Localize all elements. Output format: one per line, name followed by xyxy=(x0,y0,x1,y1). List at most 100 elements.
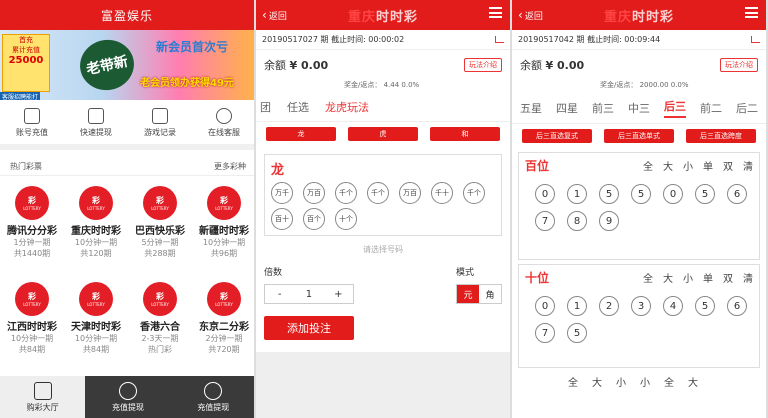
add-bet-button[interactable]: 添加投注 xyxy=(264,316,354,340)
quick-op[interactable]: 清 xyxy=(743,270,753,285)
quick-support[interactable]: 在线客服 xyxy=(192,102,254,144)
game-item[interactable]: 彩 LOTTERY 巴西快乐彩 5分钟一期 共288期 xyxy=(128,186,192,259)
tab-withdraw[interactable]: 充值提现 xyxy=(171,376,254,418)
tab-lobby[interactable]: 购彩大厅 xyxy=(0,376,86,418)
more-link[interactable]: 更多彩种 xyxy=(214,161,246,172)
play-tab[interactable]: 任选 xyxy=(287,99,309,115)
pick-chip[interactable]: 万百 xyxy=(399,182,421,204)
quick-withdraw[interactable]: 快速提现 xyxy=(64,102,128,144)
quick-op[interactable]: 大 xyxy=(688,374,698,389)
quick-op[interactable]: 全 xyxy=(643,270,653,285)
game-item[interactable]: 彩 LOTTERY 江西时时彩 10分钟一期 共84期 xyxy=(0,282,64,355)
quick-records[interactable]: 游戏记录 xyxy=(128,102,192,144)
quick-op[interactable]: 全 xyxy=(643,158,653,173)
number-ball[interactable]: 1 xyxy=(567,296,587,316)
quick-op[interactable]: 小 xyxy=(616,374,626,389)
hot-lottery-header: 热门彩票 更多彩种 xyxy=(0,158,254,176)
pick-chip[interactable]: 百十 xyxy=(271,208,293,230)
quick-op[interactable]: 小 xyxy=(683,158,693,173)
quick-op[interactable]: 小 xyxy=(683,270,693,285)
plus-button[interactable]: + xyxy=(324,285,353,303)
back-button[interactable]: ‹ 返回 xyxy=(518,8,543,22)
sub-play-button[interactable]: 龙 xyxy=(266,127,336,141)
number-ball[interactable]: 0 xyxy=(535,184,555,204)
play-tab[interactable]: 团 xyxy=(260,99,271,115)
number-ball[interactable]: 5 xyxy=(567,323,587,343)
mode-yuan[interactable]: 元 xyxy=(457,285,479,303)
number-ball[interactable]: 1 xyxy=(567,184,587,204)
chart-icon[interactable] xyxy=(495,36,504,43)
sub-play-button[interactable]: 后三直选跨度 xyxy=(686,129,756,143)
sub-play-button[interactable]: 后三直选复式 xyxy=(522,129,592,143)
sub-play-button[interactable]: 和 xyxy=(430,127,500,141)
quick-op[interactable]: 双 xyxy=(723,158,733,173)
odds-text: 奖金/返点： 2000.00 0.0% xyxy=(600,81,689,89)
game-item[interactable]: 彩 LOTTERY 天津时时彩 10分钟一期 共84期 xyxy=(64,282,128,355)
quick-op[interactable]: 单 xyxy=(703,158,713,173)
pick-chip[interactable]: 十个 xyxy=(335,208,357,230)
quick-op[interactable]: 全 xyxy=(664,374,674,389)
position-tab[interactable]: 四星 xyxy=(556,100,578,116)
number-ball[interactable]: 5 xyxy=(695,184,715,204)
menu-icon[interactable] xyxy=(745,7,758,18)
pick-chip[interactable]: 千个 xyxy=(463,182,485,204)
pick-chip[interactable]: 万百 xyxy=(303,182,325,204)
mode-jiao[interactable]: 角 xyxy=(479,285,501,303)
game-item[interactable]: 彩 LOTTERY 东京二分彩 2分钟一期 共720期 xyxy=(192,282,254,355)
rules-button[interactable]: 玩法介绍 xyxy=(464,58,502,72)
position-tab[interactable]: 五星 xyxy=(520,100,542,116)
logo-text: 彩 xyxy=(220,292,228,301)
number-ball[interactable]: 5 xyxy=(631,184,651,204)
quick-recharge[interactable]: 账号充值 xyxy=(0,102,64,144)
rules-button[interactable]: 玩法介绍 xyxy=(720,58,758,72)
quick-label: 在线客服 xyxy=(208,128,240,137)
position-tab[interactable]: 后二 xyxy=(736,100,758,116)
pick-chip[interactable]: 百个 xyxy=(303,208,325,230)
number-ball[interactable]: 7 xyxy=(535,323,555,343)
number-ball[interactable]: 7 xyxy=(535,211,555,231)
quick-op[interactable]: 双 xyxy=(723,270,733,285)
play-tab-active[interactable]: 龙虎玩法 xyxy=(325,99,369,115)
quick-op[interactable]: 大 xyxy=(663,270,673,285)
game-item[interactable]: 彩 LOTTERY 重庆时时彩 10分钟一期 共120期 xyxy=(64,186,128,259)
pick-chip[interactable]: 万千 xyxy=(271,182,293,204)
pick-chip[interactable]: 千个 xyxy=(367,182,389,204)
number-ball[interactable]: 2 xyxy=(599,296,619,316)
back-button[interactable]: ‹ 返回 xyxy=(262,8,287,22)
game-item[interactable]: 彩 LOTTERY 香港六合 2-3天一期 热门彩 xyxy=(128,282,192,355)
quick-op[interactable]: 大 xyxy=(663,158,673,173)
quick-op[interactable]: 单 xyxy=(703,270,713,285)
number-ball[interactable]: 3 xyxy=(631,296,651,316)
number-ball[interactable]: 8 xyxy=(567,211,587,231)
sub-play-button[interactable]: 虎 xyxy=(348,127,418,141)
number-ball[interactable]: 5 xyxy=(599,184,619,204)
pick-chip[interactable]: 千十 xyxy=(431,182,453,204)
number-ball[interactable]: 5 xyxy=(695,296,715,316)
position-tab[interactable]: 前三 xyxy=(592,100,614,116)
balance-label: 余额 xyxy=(520,59,542,72)
number-ball[interactable]: 4 xyxy=(663,296,683,316)
hot-label: 热门彩票 xyxy=(10,162,42,171)
pick-chip[interactable]: 千个 xyxy=(335,182,357,204)
position-tab[interactable]: 中三 xyxy=(628,100,650,116)
quick-op[interactable]: 小 xyxy=(640,374,650,389)
number-ball[interactable]: 6 xyxy=(727,296,747,316)
multiple-value[interactable]: 1 xyxy=(294,285,323,303)
number-ball[interactable]: 6 xyxy=(727,184,747,204)
quick-op[interactable]: 清 xyxy=(743,158,753,173)
quick-op[interactable]: 全 xyxy=(568,374,578,389)
number-ball[interactable]: 9 xyxy=(599,211,619,231)
number-ball[interactable]: 0 xyxy=(535,296,555,316)
promo-banner[interactable]: 首充 累计充值 25000 老带新 新会员首次亏 老会员领办获得49元 客服招聘… xyxy=(0,30,254,100)
number-ball[interactable]: 0 xyxy=(663,184,683,204)
sub-play-button[interactable]: 后三直选单式 xyxy=(604,129,674,143)
quick-op[interactable]: 大 xyxy=(592,374,602,389)
chart-icon[interactable] xyxy=(751,36,760,43)
position-tab-active[interactable]: 后三 xyxy=(664,98,686,118)
minus-button[interactable]: - xyxy=(265,285,294,303)
menu-icon[interactable] xyxy=(489,7,502,18)
game-item[interactable]: 彩 LOTTERY 新疆时时彩 10分钟一期 共96期 xyxy=(192,186,254,259)
tab-deposit[interactable]: 充值提现 xyxy=(85,376,170,418)
game-item[interactable]: 彩 LOTTERY 腾讯分分彩 1分钟一期 共1440期 xyxy=(0,186,64,259)
position-tab[interactable]: 前二 xyxy=(700,100,722,116)
